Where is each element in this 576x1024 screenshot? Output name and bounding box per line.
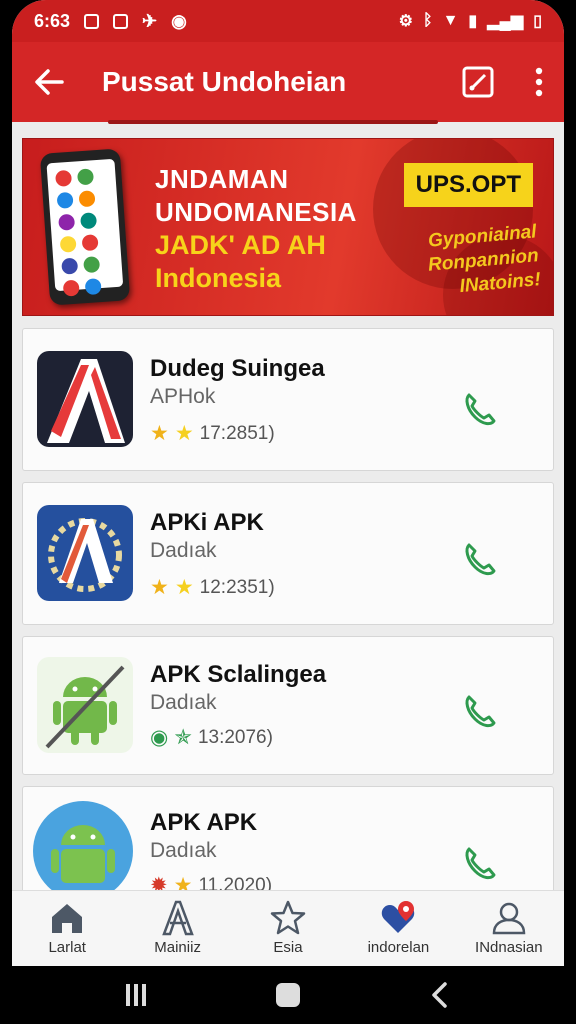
edit-box-icon	[462, 66, 494, 98]
page-title: Pussat Undoheian	[102, 66, 347, 97]
arrow-left-icon	[35, 69, 64, 95]
nav-item-indorelan[interactable]: indorelan	[343, 891, 453, 967]
app-list-item[interactable]: APKi APK Dadıak ★ ★ 12:2351)	[22, 482, 554, 625]
star-icon	[270, 900, 306, 935]
app-subtitle: APHok	[150, 385, 216, 408]
nav-label: Esia	[273, 939, 303, 956]
app-rating: ✹ ★ 11.2020)	[150, 873, 272, 890]
star-icon: ★	[174, 422, 194, 445]
person-icon	[492, 902, 526, 935]
app-list-item[interactable]: Dudeg Suingea APHok ★ ★ 17:2851)	[22, 328, 554, 471]
nav-item-larlat[interactable]: Larlat	[12, 891, 122, 967]
a-letter-icon	[161, 900, 194, 936]
record-icon: ◉	[171, 10, 187, 31]
edit-button[interactable]	[458, 62, 498, 102]
screen: 6:63 ✈ ◉ ⚙ ᛒ ▼ ▮ ▂▄▆ ▯ Pussat Undoheian …	[12, 0, 564, 1024]
star-icon: ★	[174, 576, 194, 599]
back-button[interactable]	[22, 55, 76, 109]
star-icon: ★	[150, 422, 169, 445]
star-outline-icon: ✯	[174, 726, 192, 749]
app-list-item[interactable]: APK Sclalingea Dadıak ◉ ✯ 13:2076)	[22, 636, 554, 775]
banner-line-4: Indonesia	[155, 263, 282, 293]
star-icon: ★	[173, 874, 193, 890]
badge-icon: ◉	[150, 726, 169, 749]
app-icon	[37, 505, 133, 601]
laurel-a-icon	[48, 518, 122, 592]
more-options-button[interactable]	[524, 66, 554, 98]
android-icon	[51, 825, 115, 883]
app-name: APK APK	[150, 809, 258, 836]
message-icon	[113, 13, 129, 29]
more-vert-icon	[535, 67, 543, 97]
nav-item-esia[interactable]: Esia	[233, 891, 343, 967]
nav-item-indnasian[interactable]: INdnasian	[454, 891, 564, 967]
phone-call-icon[interactable]	[459, 843, 499, 883]
heart-location-icon	[382, 901, 415, 933]
banner-text: JNDAMAN UNDOMANESIA JADK' AD AH Indonesi…	[155, 163, 357, 295]
banner-badge: UPS.OPT	[403, 163, 533, 207]
app-subtitle: Dadıak	[150, 691, 217, 714]
status-time: 6:63	[34, 10, 71, 31]
status-bar: 6:63 ✈ ◉ ⚙ ᛒ ▼ ▮ ▂▄▆ ▯	[12, 0, 564, 42]
main-content[interactable]: JNDAMAN UNDOMANESIA JADK' AD AH Indonesi…	[12, 122, 564, 890]
banner-promo-text: Gyponiainal Ronpannion INatoins!	[425, 220, 542, 301]
promo-banner[interactable]: JNDAMAN UNDOMANESIA JADK' AD AH Indonesi…	[22, 138, 554, 316]
app-bar: Pussat Undoheian	[12, 42, 564, 124]
phone-call-icon[interactable]	[459, 691, 499, 731]
app-icon	[37, 657, 133, 753]
rating-count: 11.2020)	[198, 874, 273, 891]
banner-line-3: JADK' AD AH	[155, 230, 326, 260]
notification-icon	[84, 13, 100, 29]
home-icon	[52, 904, 83, 933]
home-button-icon[interactable]	[273, 980, 303, 1010]
wifi-icon: ▼	[442, 12, 459, 29]
rating-count: 13:2076)	[197, 726, 273, 748]
app-rating: ★ ★ 17:2851)	[150, 421, 275, 446]
app-subtitle: Dadıak	[150, 539, 217, 562]
app-subtitle: Dadıak	[150, 839, 217, 862]
app-name: APKi APK	[150, 509, 264, 536]
app-name: Dudeg Suingea	[150, 355, 325, 382]
battery-icon: ▮	[468, 13, 478, 30]
nav-label: Mainiiz	[154, 939, 201, 956]
system-navigation-bar	[0, 966, 576, 1024]
banner-line-1: JNDAMAN	[155, 164, 289, 194]
star-icon: ★	[150, 576, 169, 599]
app-rating: ★ ★ 12:2351)	[150, 575, 275, 600]
app-icon	[37, 351, 133, 447]
badge-icon: ✹	[150, 874, 168, 890]
app-name: APK Sclalingea	[150, 661, 327, 688]
android-icon	[45, 665, 125, 749]
signal-icon: ▂▄▆	[487, 13, 524, 30]
app-list-item[interactable]: APK APK Dadıak ✹ ★ 11.2020)	[22, 786, 554, 890]
back-nav-icon[interactable]	[425, 980, 455, 1010]
battery-level-icon: ▯	[533, 13, 542, 30]
rating-count: 17:2851)	[199, 422, 275, 444]
letter-a-icon	[47, 359, 125, 443]
bottom-navigation: Larlat Mainiiz Esia indorelan INdnasian	[12, 890, 564, 967]
phone-call-icon[interactable]	[459, 539, 499, 579]
bluetooth-icon: ᛒ	[422, 12, 433, 29]
nav-item-mainiiz[interactable]: Mainiiz	[122, 891, 232, 967]
banner-line-2: UNDOMANESIA	[155, 197, 357, 227]
app-icon	[33, 801, 133, 890]
nav-label: indorelan	[367, 939, 430, 956]
phone-frame: 6:63 ✈ ◉ ⚙ ᛒ ▼ ▮ ▂▄▆ ▯ Pussat Undoheian …	[0, 0, 576, 1024]
phone-call-icon[interactable]	[459, 389, 499, 429]
settings-icon: ⚙	[398, 13, 413, 30]
rating-count: 12:2351)	[199, 576, 275, 598]
pin-icon: ✈	[142, 10, 158, 31]
nav-label: INdnasian	[475, 939, 543, 956]
banner-phone-image	[39, 148, 131, 306]
nav-label: Larlat	[48, 939, 86, 956]
app-rating: ◉ ✯ 13:2076)	[150, 725, 273, 750]
recent-apps-icon[interactable]	[121, 980, 151, 1010]
